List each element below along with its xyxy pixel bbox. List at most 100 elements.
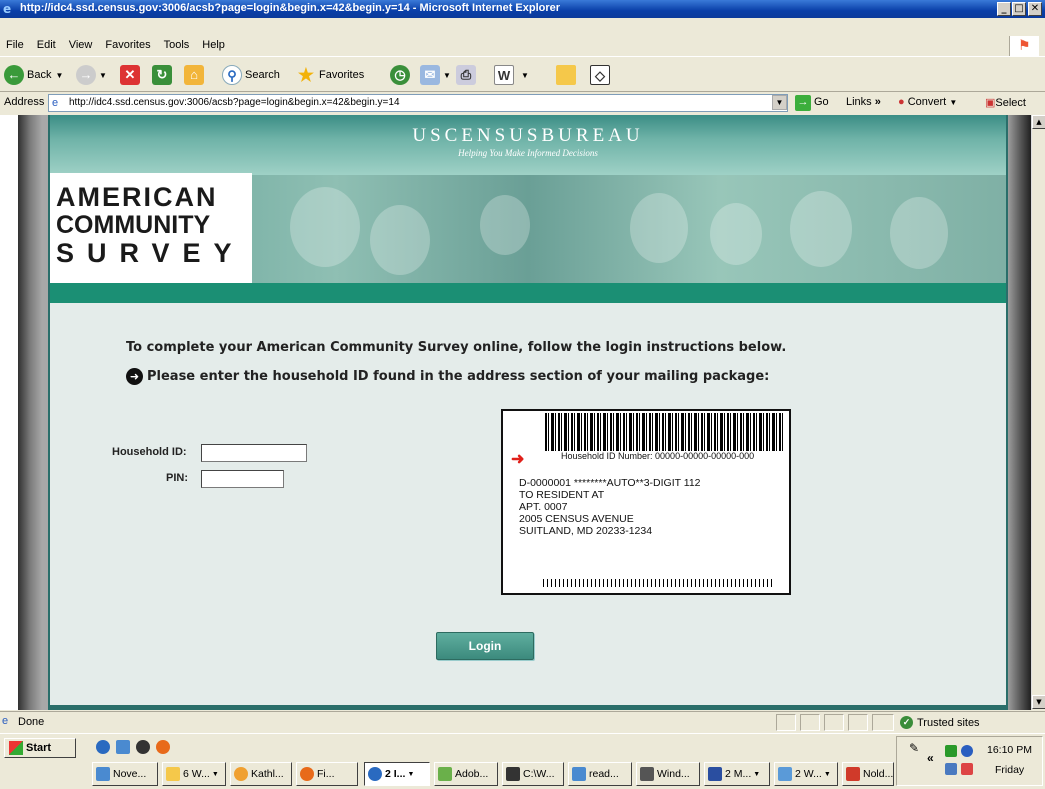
refresh-button[interactable]: ↻ bbox=[152, 63, 175, 87]
notepad-icon bbox=[572, 767, 586, 781]
task-item[interactable]: 2 M... ▼ bbox=[704, 762, 770, 786]
address-line: D-0000001 ********AUTO**3-DIGIT 112 bbox=[519, 477, 701, 489]
clock-day: Friday bbox=[995, 764, 1025, 776]
bureau-tagline: Helping You Make Informed Decisions bbox=[458, 148, 598, 158]
vertical-scrollbar[interactable]: ▲ ▼ bbox=[1031, 115, 1045, 710]
windows-logo-icon: ⚑ bbox=[1009, 36, 1039, 56]
task-item[interactable]: Nold... bbox=[842, 762, 894, 786]
go-arrow-icon: → bbox=[795, 95, 811, 111]
pin-input[interactable] bbox=[201, 470, 284, 488]
people-photo bbox=[250, 175, 1006, 283]
history-button[interactable]: ◷ bbox=[390, 63, 413, 87]
back-arrow-icon: ← bbox=[4, 65, 24, 85]
address-dropdown[interactable]: ▼ bbox=[772, 95, 787, 110]
task-label: Nold... bbox=[863, 768, 894, 780]
media-quicklaunch-icon[interactable] bbox=[136, 740, 150, 754]
edit-button[interactable]: W ▼ bbox=[494, 63, 529, 87]
address-input[interactable]: e http://idc4.ssd.census.gov:3006/acsb?p… bbox=[48, 94, 788, 112]
menu-edit[interactable]: Edit bbox=[31, 36, 63, 51]
intro-text: To complete your American Community Surv… bbox=[126, 340, 787, 355]
task-label: Wind... bbox=[657, 768, 690, 780]
firefox-quicklaunch-icon[interactable] bbox=[156, 740, 170, 754]
expand-tray-icon[interactable]: « bbox=[927, 751, 934, 765]
select-button[interactable]: ▣Select bbox=[985, 96, 1026, 109]
status-bar: e Done ✓ Trusted sites bbox=[0, 711, 1045, 733]
close-button[interactable]: ✕ bbox=[1028, 2, 1042, 16]
bureau-title: USCENSUSBUREAU bbox=[412, 125, 644, 146]
content-viewport: USCENSUSBUREAU Helping You Make Informed… bbox=[18, 115, 1031, 710]
scroll-down-arrow[interactable]: ▼ bbox=[1032, 695, 1045, 709]
task-item[interactable]: C:\W... bbox=[502, 762, 564, 786]
stop-button[interactable]: ✕ bbox=[120, 63, 143, 87]
outlook-quicklaunch-icon[interactable] bbox=[116, 740, 130, 754]
monitor-icon[interactable] bbox=[945, 763, 957, 775]
left-gutter bbox=[0, 115, 18, 710]
go-button[interactable]: → Go bbox=[795, 95, 829, 111]
links-button[interactable]: Links » bbox=[846, 96, 881, 108]
task-item[interactable]: Wind... bbox=[636, 762, 700, 786]
household-id-label: Household ID: bbox=[112, 446, 187, 458]
mail-button[interactable]: ✉ ▼ bbox=[420, 63, 451, 87]
search-button[interactable]: ⚲ Search bbox=[222, 63, 280, 87]
messenger-button[interactable]: ◇ bbox=[590, 63, 613, 87]
task-item[interactable]: Adob... bbox=[434, 762, 498, 786]
menu-bar: File Edit View Favorites Tools Help ⚑ bbox=[0, 36, 1045, 56]
task-item[interactable]: Fi... bbox=[296, 762, 358, 786]
menu-favorites[interactable]: Favorites bbox=[99, 36, 157, 51]
folder-icon bbox=[166, 767, 180, 781]
task-item[interactable]: Kathl... bbox=[230, 762, 292, 786]
messenger-icon: ◇ bbox=[590, 65, 610, 85]
maximize-button[interactable]: □ bbox=[1012, 2, 1026, 16]
system-tray: ✎ « 16:10 PM Friday bbox=[896, 736, 1043, 786]
select-label: Select bbox=[995, 97, 1026, 109]
links-label: Links bbox=[846, 96, 872, 108]
logo-line-survey: SURVEY bbox=[56, 238, 245, 268]
convert-button[interactable]: ● Convert ▼ bbox=[898, 96, 957, 108]
start-button[interactable]: Start bbox=[4, 738, 76, 758]
network-icon[interactable] bbox=[945, 745, 957, 757]
scroll-up-arrow[interactable]: ▲ bbox=[1032, 115, 1045, 129]
page-bottom-border bbox=[50, 705, 1006, 710]
cmd-icon bbox=[506, 767, 520, 781]
postnet-barcode bbox=[543, 579, 775, 587]
menu-view[interactable]: View bbox=[63, 36, 100, 51]
status-cell bbox=[824, 714, 844, 731]
audio-icon[interactable] bbox=[961, 745, 973, 757]
home-icon: ⌂ bbox=[184, 65, 204, 85]
print-button[interactable]: ⎙ bbox=[456, 63, 479, 87]
security-icon[interactable] bbox=[961, 763, 973, 775]
ie-icon: e bbox=[3, 2, 12, 16]
task-label: C:\W... bbox=[523, 768, 555, 780]
task-item-active[interactable]: 2 I... ▼ bbox=[364, 762, 430, 786]
task-item[interactable]: 2 W... ▼ bbox=[774, 762, 838, 786]
minimize-button[interactable]: _ bbox=[997, 2, 1011, 16]
task-item[interactable]: 6 W... ▼ bbox=[162, 762, 226, 786]
search-icon: ⚲ bbox=[222, 65, 242, 85]
menu-help[interactable]: Help bbox=[196, 36, 232, 51]
go-label: Go bbox=[814, 96, 829, 108]
browser-window: e http://idc4.ssd.census.gov:3006/acsb?p… bbox=[0, 0, 1045, 789]
menu-tools[interactable]: Tools bbox=[158, 36, 197, 51]
clock-time[interactable]: 16:10 PM bbox=[987, 744, 1032, 756]
convert-label: Convert bbox=[907, 96, 947, 108]
back-button[interactable]: ← Back ▼ bbox=[4, 63, 63, 87]
forward-button[interactable]: → ▼ bbox=[76, 63, 107, 87]
status-cell bbox=[848, 714, 868, 731]
star-icon: ★ bbox=[297, 65, 315, 85]
favorites-button[interactable]: ★ Favorites bbox=[296, 63, 364, 87]
stop-icon: ✕ bbox=[120, 65, 140, 85]
census-page: USCENSUSBUREAU Helping You Make Informed… bbox=[48, 115, 1008, 710]
household-id-input[interactable] bbox=[201, 444, 307, 462]
menu-file[interactable]: File bbox=[0, 36, 31, 51]
chat-icon bbox=[234, 767, 248, 781]
folder-button[interactable] bbox=[556, 63, 579, 87]
home-button[interactable]: ⌂ bbox=[184, 63, 207, 87]
task-item[interactable]: Nove... bbox=[92, 762, 158, 786]
task-label: 2 I... bbox=[385, 768, 406, 780]
task-item[interactable]: read... bbox=[568, 762, 632, 786]
forward-arrow-icon: → bbox=[76, 65, 96, 85]
title-bar: e http://idc4.ssd.census.gov:3006/acsb?p… bbox=[0, 0, 1045, 18]
login-button[interactable]: Login bbox=[436, 632, 534, 660]
outlook-icon bbox=[96, 767, 110, 781]
ie-quicklaunch-icon[interactable] bbox=[96, 740, 110, 754]
